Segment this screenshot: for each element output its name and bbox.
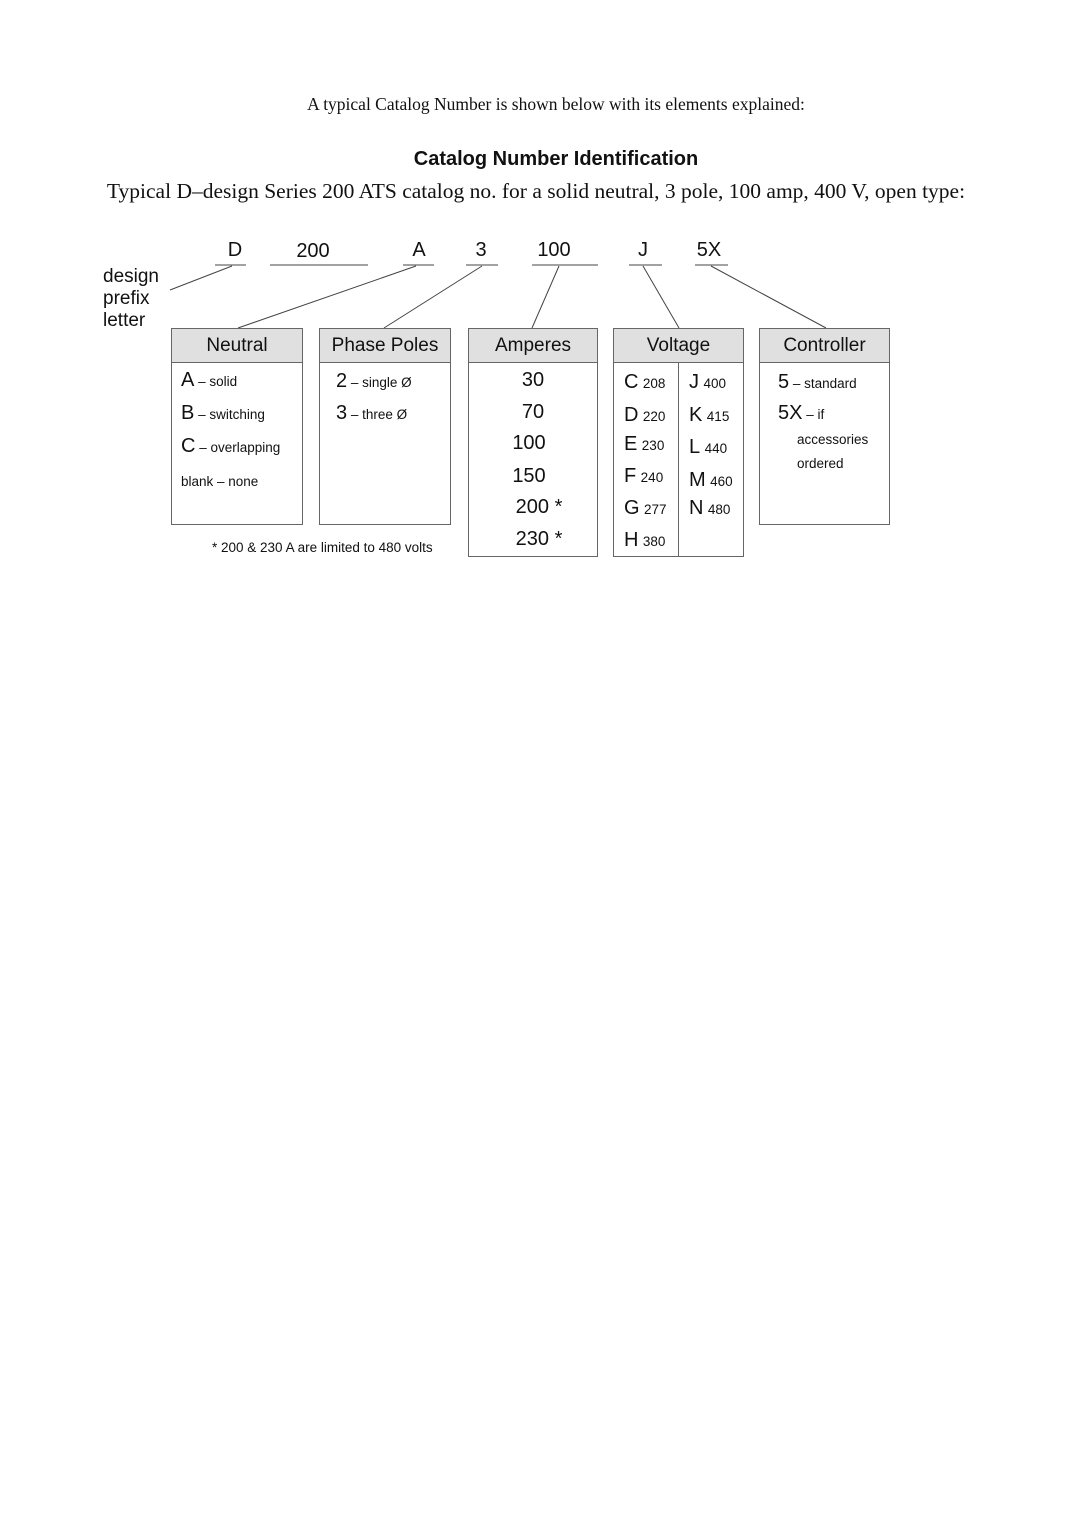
code-series: 200: [296, 240, 330, 262]
voltage-header: Voltage: [614, 329, 743, 363]
amperes-box: Amperes 30 70 100 150 200 * 230 *: [468, 328, 598, 557]
code-controller: 5X: [696, 239, 722, 261]
controller-option: 5 – standard: [778, 371, 857, 393]
voltage-option: J 400: [689, 371, 726, 393]
voltage-box: Voltage C 208 D 220 E 230 F 240 G 277 H …: [613, 328, 744, 557]
leader-neutral: [237, 265, 417, 329]
neutral-option: B – switching: [181, 402, 265, 424]
controller-header: Controller: [760, 329, 889, 363]
neutral-option: blank – none: [181, 474, 259, 489]
code-design-prefix: D: [227, 239, 243, 261]
amperes-option: 230 *: [515, 528, 563, 550]
phase-poles-option: 3 – three Ø: [336, 402, 408, 424]
leader-voltage: [642, 265, 680, 329]
voltage-option: M 460: [689, 469, 733, 491]
voltage-option: H 380: [624, 529, 666, 551]
amperes-option: 30: [521, 369, 545, 391]
voltage-option: L 440: [689, 436, 728, 458]
leader-controller: [710, 265, 827, 329]
code-phase-poles: 3: [475, 239, 487, 261]
neutral-header: Neutral: [172, 329, 302, 363]
voltage-option: D 220: [624, 404, 666, 426]
phase-poles-box: Phase Poles 2 – single Ø 3 – three Ø: [319, 328, 451, 525]
neutral-option: C – overlapping: [181, 435, 281, 457]
voltage-option: K 415: [689, 404, 730, 426]
controller-option-continuation: ordered: [797, 456, 844, 471]
controller-option: 5X – if: [778, 402, 825, 424]
code-amperes: 100: [537, 239, 571, 261]
neutral-box: Neutral A – solid B – switching C – over…: [171, 328, 303, 525]
prefix-label: design prefix letter: [103, 266, 159, 332]
voltage-option: E 230: [624, 433, 665, 455]
amperes-option: 100: [512, 432, 546, 454]
code-voltage: J: [638, 239, 648, 261]
voltage-option: C 208: [624, 371, 666, 393]
amperes-option: 150: [512, 465, 546, 487]
voltage-option: F 240: [624, 465, 664, 487]
code-neutral: A: [412, 239, 426, 261]
phase-poles-option: 2 – single Ø: [336, 370, 412, 392]
prefix-label-line: design: [103, 266, 159, 287]
leader-poles: [383, 265, 483, 329]
amperes-option: 70: [521, 401, 545, 423]
leader-design: [169, 265, 233, 291]
controller-box: Controller 5 – standard 5X – if accessor…: [759, 328, 890, 525]
prefix-label-line: prefix: [103, 288, 150, 309]
amperes-option: 200 *: [515, 496, 563, 518]
amperes-header: Amperes: [469, 329, 597, 363]
neutral-option: A – solid: [181, 369, 238, 391]
voltage-option: G 277: [624, 497, 667, 519]
leader-amperes: [531, 265, 560, 329]
voltage-column-divider: [678, 362, 679, 556]
amperes-footnote: * 200 & 230 A are limited to 480 volts: [212, 540, 433, 555]
phase-poles-header: Phase Poles: [320, 329, 450, 363]
voltage-option: N 480: [689, 497, 731, 519]
controller-option-continuation: accessories: [797, 432, 869, 447]
prefix-label-line: letter: [103, 310, 146, 331]
